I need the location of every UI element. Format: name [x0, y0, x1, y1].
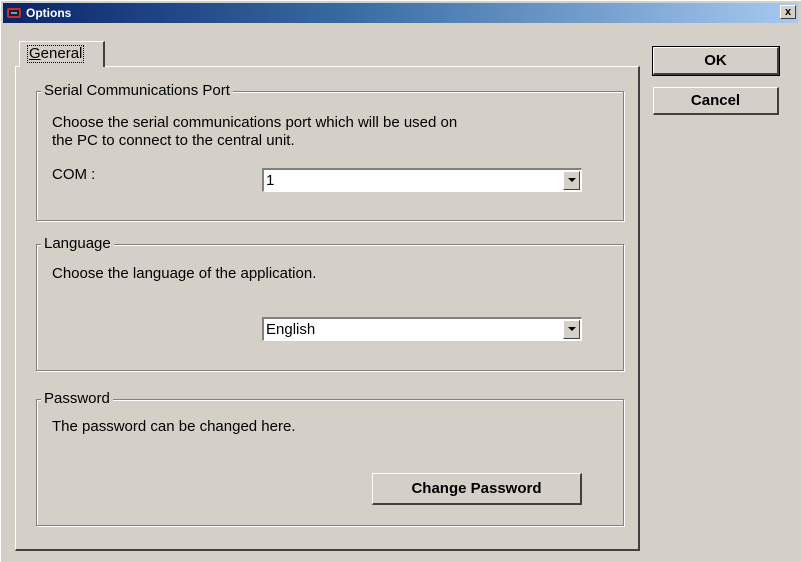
tab-general-label: General [26, 45, 85, 63]
tab-panel-general: Serial Communications Port Choose the se… [15, 66, 640, 551]
ok-button[interactable]: OK [652, 46, 780, 76]
close-button[interactable]: x [780, 5, 796, 19]
language-group: Language Choose the language of the appl… [36, 235, 624, 371]
chevron-down-icon [567, 327, 576, 331]
com-port-select[interactable]: 1 [262, 168, 582, 192]
language-dropdown-button[interactable] [563, 320, 580, 339]
serial-description-line1: Choose the serial communications port wh… [52, 114, 458, 131]
password-group: Password The password can be changed her… [36, 390, 624, 526]
window-title: Options [26, 6, 72, 20]
title-bar[interactable]: Options x [3, 3, 798, 23]
options-dialog: Options x General Serial Communications … [0, 0, 801, 562]
tab-general-mnemonic: G [29, 45, 41, 62]
close-icon: x [784, 5, 792, 18]
password-group-title: Password [41, 390, 113, 408]
serial-description-line2: the PC to connect to the central unit. [52, 132, 295, 149]
change-password-button[interactable]: Change Password [372, 473, 582, 505]
language-group-title: Language [41, 235, 114, 253]
tab-general-label-rest: eneral [40, 45, 83, 62]
tab-general[interactable]: General [19, 41, 105, 67]
serial-port-group: Serial Communications Port Choose the se… [36, 82, 624, 221]
com-label: COM : [52, 166, 96, 183]
language-select[interactable]: English [262, 317, 582, 341]
app-icon [6, 6, 22, 20]
cancel-button[interactable]: Cancel [653, 87, 779, 115]
serial-port-group-title: Serial Communications Port [41, 82, 233, 100]
com-port-dropdown-button[interactable] [563, 171, 580, 190]
chevron-down-icon [567, 178, 576, 182]
password-description: The password can be changed here. [52, 418, 296, 435]
com-port-value: 1 [266, 172, 275, 189]
language-value: English [266, 321, 316, 338]
language-description: Choose the language of the application. [52, 265, 317, 282]
